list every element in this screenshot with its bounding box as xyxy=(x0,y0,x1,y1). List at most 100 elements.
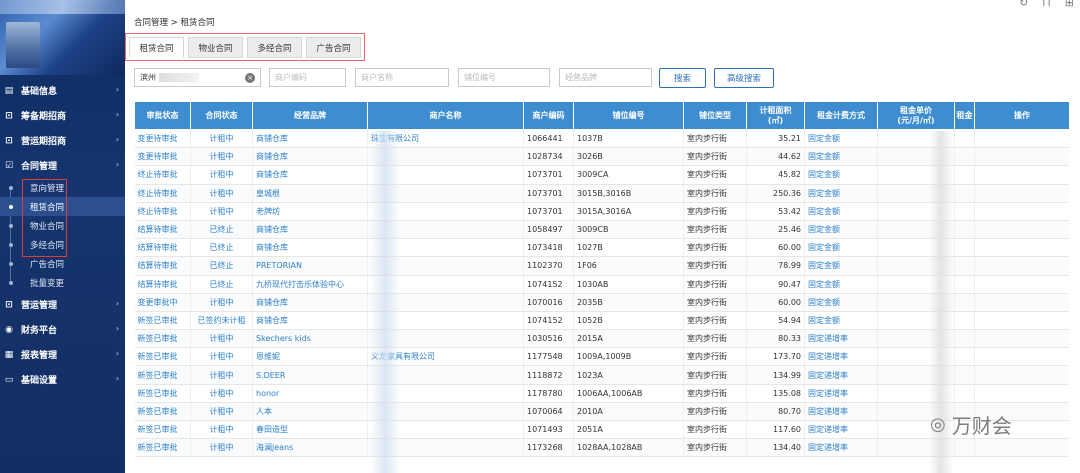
table-cell[interactable]: 结算待审批 xyxy=(134,256,191,276)
search-button[interactable]: 搜索 xyxy=(659,68,706,88)
column-header[interactable]: 租金计费方式 xyxy=(804,101,878,130)
action-cell[interactable] xyxy=(974,293,1069,312)
action-cell[interactable] xyxy=(974,256,1069,276)
column-header[interactable]: 经营品牌 xyxy=(252,101,368,130)
table-cell[interactable]: 固定金额 xyxy=(804,220,878,240)
table-cell[interactable]: PRETORIAN xyxy=(252,256,368,276)
action-cell[interactable] xyxy=(974,184,1069,203)
action-cell[interactable] xyxy=(974,165,1069,185)
table-cell[interactable]: 固定金额 xyxy=(804,256,878,276)
advanced-search-button[interactable]: 高级搜索 xyxy=(714,68,774,88)
table-cell[interactable]: 固定金额 xyxy=(804,184,878,203)
table-cell[interactable]: honor xyxy=(252,384,368,403)
sidebar-item-1[interactable]: ⊡ 筹备期招商 › xyxy=(0,103,125,128)
table-cell[interactable]: 计租中 xyxy=(190,147,253,167)
column-header[interactable]: 商户名称 xyxy=(367,101,524,130)
table-cell[interactable]: 固定金额 xyxy=(804,311,878,331)
table-cell[interactable]: 恩维妮 xyxy=(252,347,368,367)
table-cell[interactable]: 固定递增率 xyxy=(804,365,878,385)
table-cell[interactable]: 老牌坊 xyxy=(252,202,368,221)
table-cell[interactable]: 计租中 xyxy=(190,129,253,149)
tab-property[interactable]: 物业合同 xyxy=(188,37,243,58)
table-cell[interactable]: 固定递增率 xyxy=(804,402,878,422)
table-cell[interactable]: 商铺仓库 xyxy=(252,293,368,312)
table-cell[interactable]: 新签已审批 xyxy=(134,384,191,403)
table-cell[interactable]: 固定递增率 xyxy=(804,384,878,403)
sidebar-item-after-3[interactable]: ▭ 基础设置 › xyxy=(0,367,125,392)
table-cell[interactable]: 固定递增率 xyxy=(804,329,878,349)
table-cell[interactable]: 九桥现代打击乐体验中心 xyxy=(252,275,368,294)
column-header[interactable]: 租金单价 (元/月/㎡) xyxy=(877,101,955,130)
action-cell[interactable] xyxy=(974,129,1069,149)
merchant-name-input[interactable]: 商户名称 xyxy=(355,68,449,87)
column-header[interactable]: 商户编码 xyxy=(523,101,574,130)
table-cell[interactable]: 变更审批中 xyxy=(134,293,191,312)
sidebar-item-0[interactable]: ▤ 基础信息 › xyxy=(0,78,125,103)
sidebar-item-after-1[interactable]: ◉ 财务平台 › xyxy=(0,317,125,342)
table-cell[interactable]: 终止待审批 xyxy=(134,202,191,221)
table-cell[interactable]: 商铺仓库 xyxy=(252,220,368,240)
table-cell[interactable]: 计租中 xyxy=(190,402,253,422)
action-cell[interactable] xyxy=(974,329,1069,349)
table-cell[interactable]: 商铺仓库 xyxy=(252,129,368,149)
sidebar-item-after-0[interactable]: ⊡ 营运管理 › xyxy=(0,292,125,317)
action-cell[interactable] xyxy=(974,384,1069,403)
action-cell[interactable] xyxy=(974,147,1069,167)
table-cell[interactable]: 结算待审批 xyxy=(134,275,191,294)
sidebar-item-3[interactable]: ☑ 合同管理 › xyxy=(0,153,125,178)
table-cell[interactable]: 商铺仓库 xyxy=(252,147,368,167)
action-cell[interactable] xyxy=(974,311,1069,331)
grid-icon[interactable]: ⊞ xyxy=(1065,0,1074,9)
table-cell[interactable]: 固定金额 xyxy=(804,202,878,221)
table-cell[interactable]: 结算待审批 xyxy=(134,220,191,240)
tab-lease[interactable]: 租赁合同 xyxy=(129,37,184,58)
table-cell[interactable]: 新签已审批 xyxy=(134,365,191,385)
sidebar-sub-item-5[interactable]: 批量变更 xyxy=(0,273,125,292)
table-cell[interactable]: 已终止 xyxy=(190,275,253,294)
clear-icon[interactable]: × xyxy=(245,73,255,83)
action-cell[interactable] xyxy=(974,238,1069,258)
table-cell[interactable]: 新签已审批 xyxy=(134,402,191,422)
table-cell[interactable]: 固定递增率 xyxy=(804,347,878,367)
table-cell[interactable]: 计租中 xyxy=(190,365,253,385)
sidebar-item-2[interactable]: ⊡ 营运期招商 › xyxy=(0,128,125,153)
project-select[interactable]: 滨州 × xyxy=(134,68,261,87)
action-cell[interactable] xyxy=(974,347,1069,367)
table-cell[interactable]: 商铺仓库 xyxy=(252,165,368,185)
table-cell[interactable]: 固定金额 xyxy=(804,238,878,258)
table-cell[interactable]: 皇城根 xyxy=(252,184,368,203)
table-cell[interactable]: 计租中 xyxy=(190,347,253,367)
action-cell[interactable] xyxy=(974,365,1069,385)
table-cell[interactable]: 新签已审批 xyxy=(134,420,191,440)
table-cell[interactable]: 已签约未计租 xyxy=(190,311,253,331)
table-cell[interactable]: 新签已审批 xyxy=(134,329,191,349)
table-cell[interactable]: 已终止 xyxy=(190,238,253,258)
table-cell[interactable]: 固定递增率 xyxy=(804,438,878,458)
table-cell[interactable]: 已终止 xyxy=(190,256,253,276)
table-cell[interactable]: 商铺仓库 xyxy=(252,238,368,258)
table-cell[interactable]: 人本 xyxy=(252,402,368,422)
table-cell[interactable]: 变更待审批 xyxy=(134,147,191,167)
table-cell[interactable]: 商铺仓库 xyxy=(252,311,368,331)
shop-number-input[interactable]: 铺位编号 xyxy=(458,68,550,87)
column-header[interactable]: 铺位编号 xyxy=(573,101,684,130)
table-cell[interactable]: 固定金额 xyxy=(804,165,878,185)
table-cell[interactable]: 计租中 xyxy=(190,202,253,221)
tab-multi[interactable]: 多经合同 xyxy=(247,37,302,58)
table-cell[interactable]: 固定递增率 xyxy=(804,420,878,440)
table-cell[interactable]: 计租中 xyxy=(190,293,253,312)
refresh-icon[interactable]: ↻ xyxy=(1019,0,1028,9)
table-cell[interactable]: 终止待审批 xyxy=(134,184,191,203)
table-cell[interactable]: Skechers kids xyxy=(252,329,368,349)
action-cell[interactable] xyxy=(974,202,1069,221)
avatar[interactable] xyxy=(6,22,40,68)
brand-input[interactable]: 经营品牌 xyxy=(559,68,652,87)
column-header[interactable]: 铺位类型 xyxy=(683,101,747,130)
table-cell[interactable]: 计租中 xyxy=(190,329,253,349)
table-cell[interactable]: 计租中 xyxy=(190,384,253,403)
tab-ad[interactable]: 广告合同 xyxy=(306,37,361,58)
table-cell[interactable]: 新签已审批 xyxy=(134,347,191,367)
action-cell[interactable] xyxy=(974,275,1069,294)
column-header[interactable]: 计租面积 (㎡) xyxy=(746,101,805,130)
column-header[interactable]: 操作 xyxy=(974,101,1069,130)
